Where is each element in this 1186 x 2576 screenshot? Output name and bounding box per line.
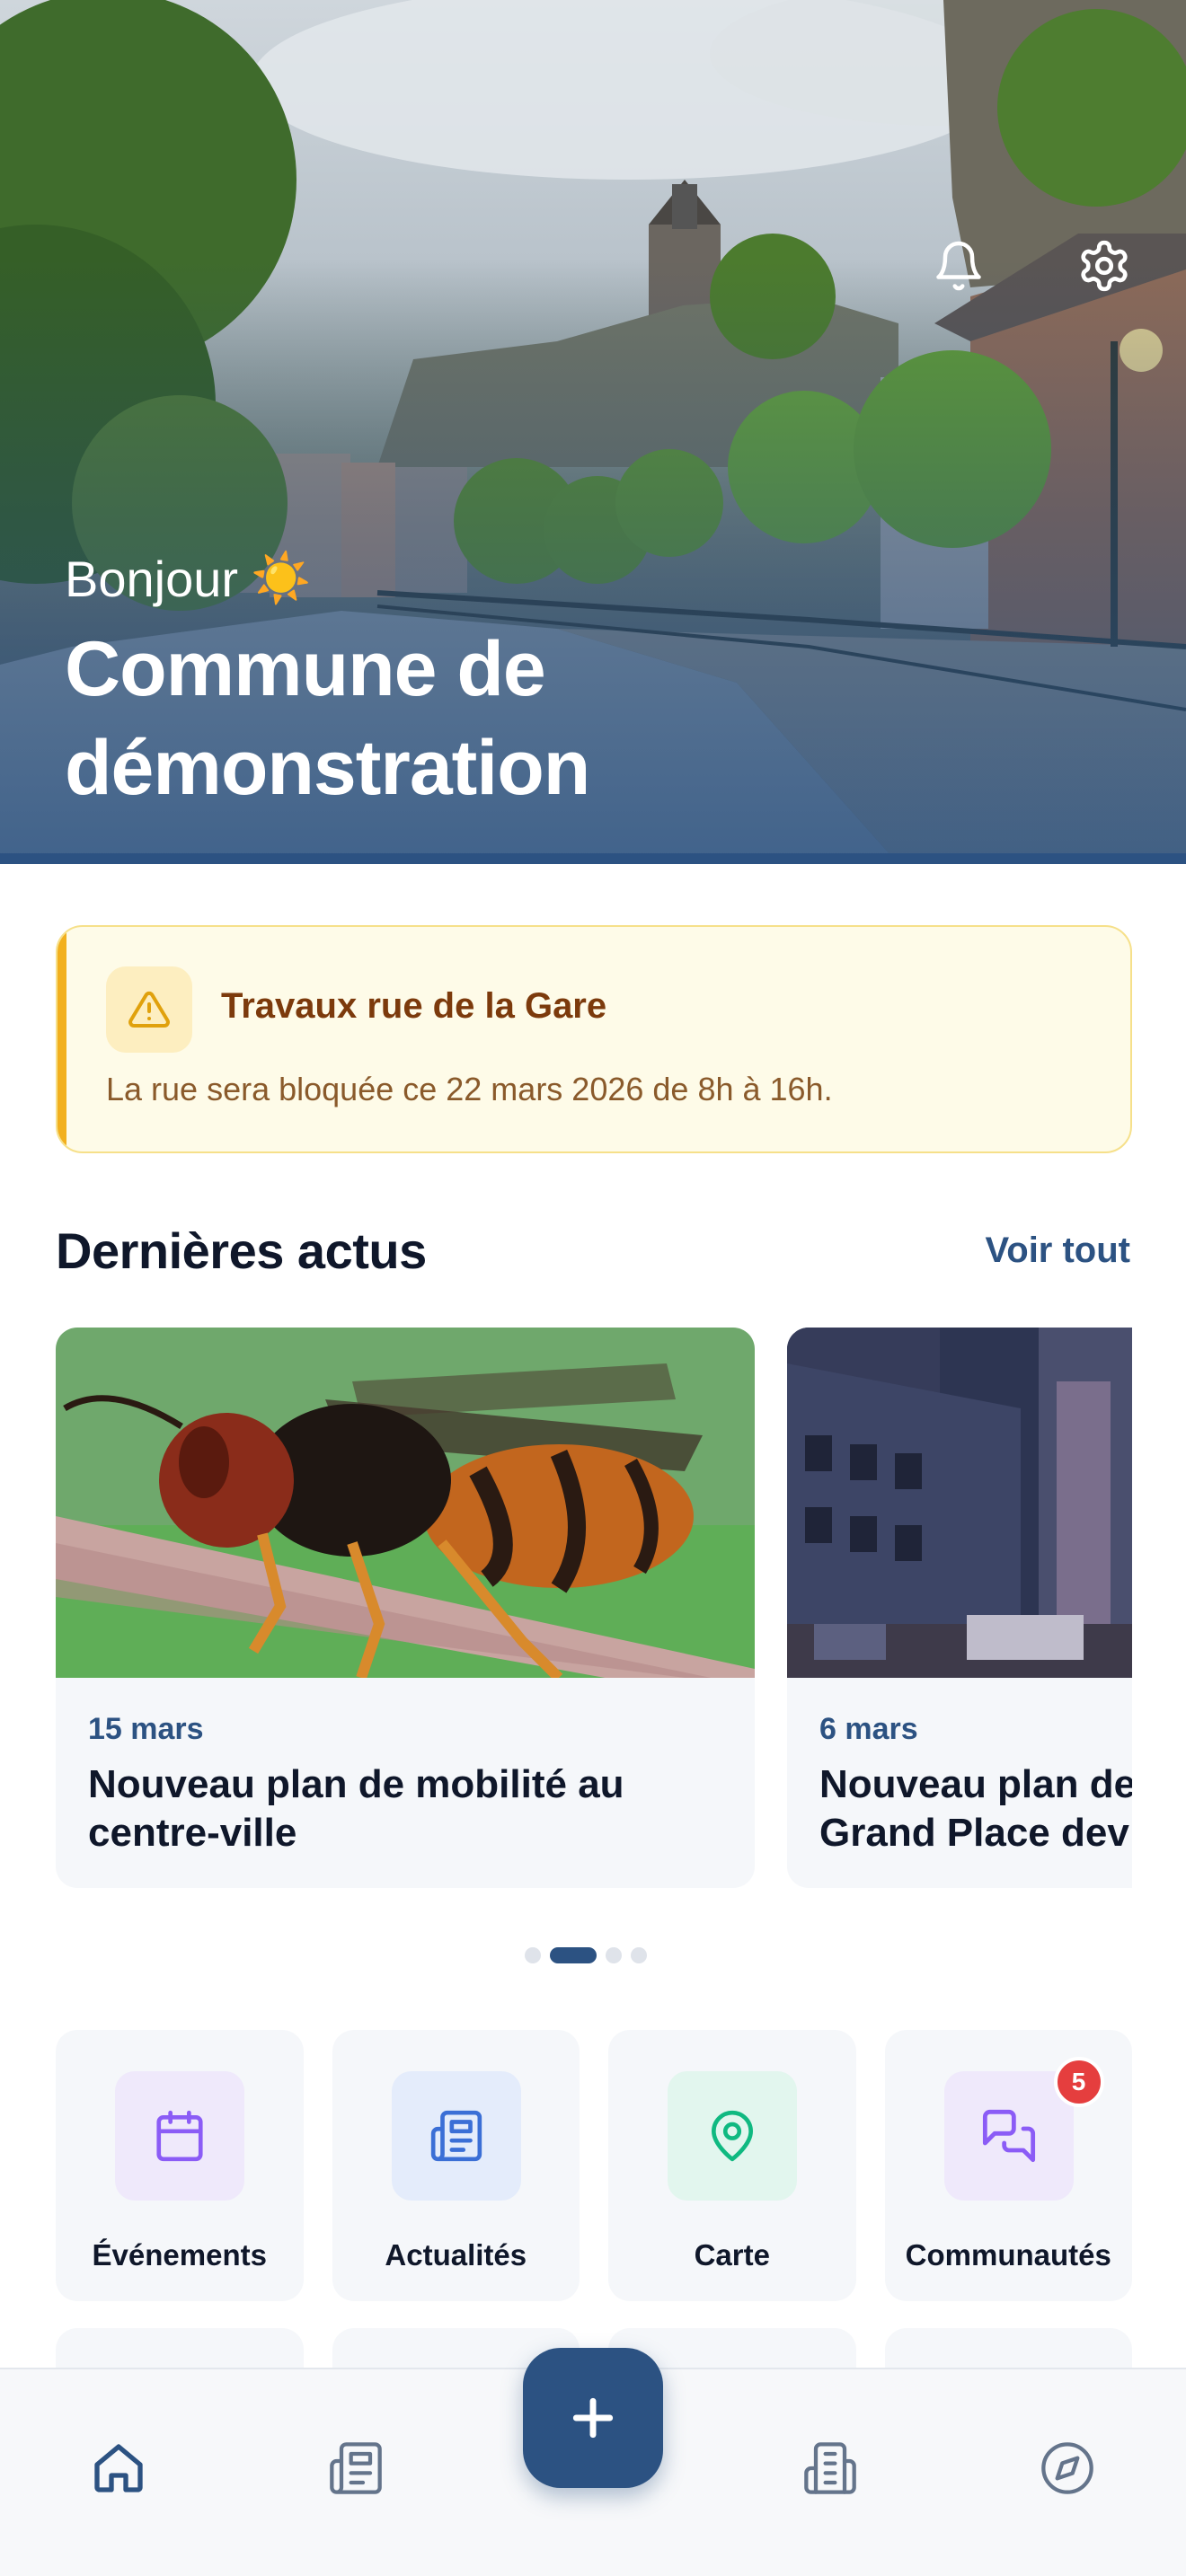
quick-link-label: Carte [694,2238,770,2272]
alert-icon-container [106,966,192,1053]
news-title: Nouveau plan de Grand Place dev [819,1762,1132,1855]
pager-dot-active[interactable] [550,1947,597,1963]
quick-link-news[interactable]: Actualités [332,2030,580,2301]
quick-link-label: Actualités [385,2238,527,2272]
news-image-hornet [56,1328,755,1678]
quick-link-label: Événements [92,2238,267,2272]
nav-explore[interactable] [1013,2414,1121,2522]
alert-message: La rue sera bloquée ce 22 mars 2026 de 8… [106,1071,833,1107]
greeting: Bonjour ☀️ [65,550,311,608]
alert-title: Travaux rue de la Gare [221,986,607,1026]
news-title: Nouveau plan de mobilité au centre-ville [88,1762,624,1855]
quick-link-map[interactable]: Carte [608,2030,856,2301]
pager-dot[interactable] [631,1947,647,1963]
news-carousel[interactable]: 15 mars Nouveau plan de mobilité au cent… [56,1328,1132,1888]
quick-links-grid: Événements Actualités Carte 5 Communauté… [56,2030,1132,2301]
calendar-icon [156,2110,203,2162]
news-card[interactable]: 6 mars Nouveau plan de Grand Place dev [787,1328,1132,1888]
news-section-title: Dernières actus [56,1222,427,1279]
alert-banner[interactable]: Travaux rue de la Gare La rue sera bloqu… [56,925,1132,1153]
newspaper-icon [430,2110,482,2162]
bell-icon [936,241,981,291]
pager-dot[interactable] [525,1947,541,1963]
home-icon [94,2444,143,2492]
news-icon [330,2442,382,2494]
sun-emoji-icon: ☀️ [251,551,312,605]
notification-badge: 5 [1053,2057,1104,2107]
quick-link-label: Communautés [905,2238,1111,2272]
news-card[interactable]: 15 mars Nouveau plan de mobilité au cent… [56,1328,755,1888]
nav-news[interactable] [302,2414,410,2522]
news-image-city-street [787,1328,1132,1678]
commune-name: Commune de démonstration [65,626,590,811]
gear-icon [1081,240,1128,292]
map-pin-icon [712,2110,753,2162]
building-icon [804,2442,856,2494]
nav-services[interactable] [776,2414,884,2522]
pager-dot[interactable] [606,1947,622,1963]
settings-button[interactable] [1049,211,1159,321]
carousel-pager [525,1947,647,1963]
greeting-text: Bonjour [65,551,239,607]
news-date: 15 mars [88,1712,204,1746]
news-date: 6 mars [819,1712,918,1746]
nav-home[interactable] [65,2414,173,2522]
compass-icon [1041,2442,1093,2494]
add-icon [572,2397,614,2439]
hero-banner: Bonjour ☀️ Commune de démonstration [0,0,1186,864]
quick-link-events[interactable]: Événements [56,2030,304,2301]
notifications-button[interactable] [904,211,1013,321]
chat-bubbles-icon [982,2109,1035,2163]
see-all-link[interactable]: Voir tout [986,1231,1130,1271]
add-button[interactable] [523,2348,663,2488]
warning-triangle-icon [128,991,170,1028]
quick-link-communities[interactable]: 5 Communautés [884,2030,1132,2301]
